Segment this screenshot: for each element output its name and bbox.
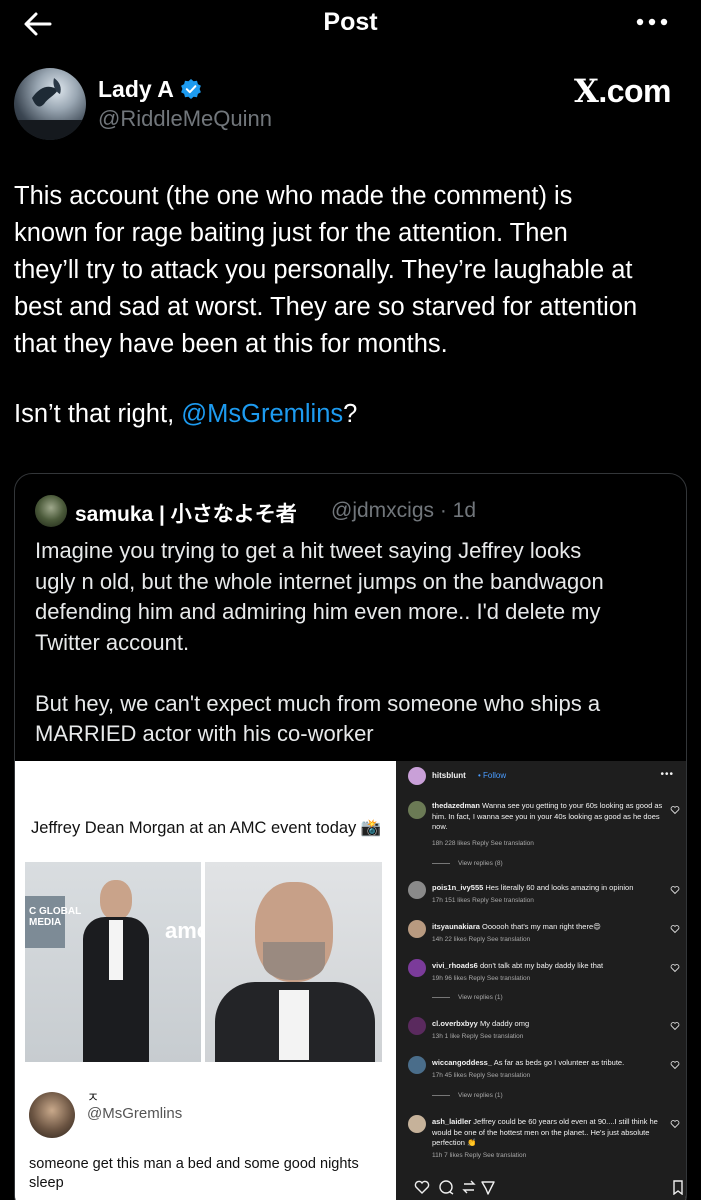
heart-icon xyxy=(670,1061,680,1070)
comment-meta: 14h 22 likes Reply See translation xyxy=(432,936,531,943)
author-name[interactable]: Lady A xyxy=(98,76,174,103)
comment-meta: 17h 151 likes Reply See translation xyxy=(432,897,534,904)
top-user-avatar xyxy=(408,767,426,785)
more-dots-icon: ••• xyxy=(660,769,674,780)
comment-meta: 19h 96 likes Reply See translation xyxy=(432,975,531,982)
watermark-suffix: .com xyxy=(598,73,671,109)
comment-avatar xyxy=(408,959,426,977)
instagram-action-bar xyxy=(414,1180,683,1195)
comment-body: As far as beds go I volunteer as tribute… xyxy=(493,1058,625,1067)
closing-prefix: Isn’t that right, xyxy=(14,400,182,428)
follow-link: • Follow xyxy=(478,771,507,780)
quote-body-text: Imagine you trying to get a hit tweet sa… xyxy=(35,538,604,746)
comment-text: pois1n_ivy555 Hes literally 60 and looks… xyxy=(432,883,670,894)
comment-body: My daddy omg xyxy=(479,1019,530,1028)
x-com-watermark: X.com xyxy=(573,72,672,110)
heart-icon xyxy=(670,886,680,895)
embedded-tweet-screenshot: Jeffrey Dean Morgan at an AMC event toda… xyxy=(15,761,391,1200)
person-shirt xyxy=(109,920,123,980)
quoted-post-card[interactable]: samuka | 小さなよそ者 @jdmxcigs · 1d Imagine y… xyxy=(14,473,687,1200)
quote-author-avatar[interactable] xyxy=(35,495,67,527)
send-icon xyxy=(481,1181,495,1195)
banner-text-amc: amc xyxy=(165,918,201,943)
mention-link[interactable]: @MsGremlins xyxy=(181,400,343,428)
post-body-text: This account (the one who made the comme… xyxy=(14,182,638,358)
heart-icon xyxy=(414,1180,430,1194)
share-icon xyxy=(462,1180,476,1194)
comment-avatar xyxy=(408,1115,426,1133)
comment-text: itsyaunakiara Oooooh that's my man right… xyxy=(432,922,670,933)
x-logo-text: X xyxy=(573,72,599,110)
comment-body: Oooooh that's my man right there😍 xyxy=(482,922,601,931)
quote-author-handle-time: @jdmxcigs · 1d xyxy=(331,499,477,522)
page-title: Post xyxy=(323,8,378,36)
author-avatar[interactable] xyxy=(14,68,86,140)
closing-suffix: ? xyxy=(343,400,358,428)
person-head xyxy=(100,880,132,920)
bookmark-icon xyxy=(673,1180,683,1195)
comment-meta: 11h 7 likes Reply See translation xyxy=(432,1152,527,1159)
view-replies: View replies (1) xyxy=(432,1092,503,1099)
comment-user: pois1n_ivy555 xyxy=(432,883,484,892)
comment-avatar xyxy=(408,801,426,819)
instagram-comments-screenshot: hitsblunt • Follow ••• thedazedman Wanna… xyxy=(396,761,686,1200)
comment-text: wiccangoddess_ As far as beds go I volun… xyxy=(432,1058,670,1069)
heart-icon xyxy=(670,1022,680,1031)
portrait-beard xyxy=(263,942,325,980)
comment-user: cl.overbxbyy xyxy=(432,1019,478,1028)
gremlins-handle: @MsGremlins xyxy=(87,1105,183,1122)
embedded-caption: Jeffrey Dean Morgan at an AMC event toda… xyxy=(31,819,382,837)
view-replies: View replies (1) xyxy=(432,994,503,1001)
comment-icon xyxy=(439,1180,454,1195)
banner-text-global: C GLOBAL MEDIA xyxy=(29,906,82,928)
comment-avatar xyxy=(408,1017,426,1035)
comment-user: ash_laidler xyxy=(432,1117,472,1126)
post-closing-line: Isn’t that right, @MsGremlins? xyxy=(14,400,357,429)
portrait-shirt xyxy=(279,990,309,1060)
quote-author-name[interactable]: samuka | 小さなよそ者 xyxy=(75,498,297,528)
gremlins-avatar xyxy=(29,1092,75,1138)
comment-user: wiccangoddess_ xyxy=(432,1058,493,1067)
view-replies: View replies (8) xyxy=(432,860,503,867)
photo-full-body: C GLOBAL MEDIA amc xyxy=(25,862,201,1062)
comment-text: thedazedman Wanna see you getting to you… xyxy=(432,801,670,833)
heart-icon xyxy=(670,806,680,815)
comment-meta: 13h 1 like Reply See translation xyxy=(432,1033,524,1040)
comment-body: don't talk abt my baby daddy like that xyxy=(479,961,604,970)
comment-text: ash_laidler Jeffrey could be 60 years ol… xyxy=(432,1117,670,1149)
comment-meta: 18h 228 likes Reply See translation xyxy=(432,840,534,847)
heart-icon xyxy=(670,964,680,973)
comment-user: vivi_rhoads6 xyxy=(432,961,478,970)
top-bar: Post xyxy=(0,0,701,48)
more-horizontal-icon[interactable] xyxy=(635,8,669,36)
gremlins-name: ㅈ xyxy=(87,1090,99,1105)
top-user-name: hitsblunt xyxy=(432,771,466,780)
heart-icon xyxy=(670,1120,680,1129)
comment-user: itsyaunakiara xyxy=(432,922,480,931)
photo-portrait xyxy=(205,862,382,1062)
author-handle[interactable]: @RiddleMeQuinn xyxy=(98,106,272,132)
quote-media-image[interactable]: Jeffrey Dean Morgan at an AMC event toda… xyxy=(15,761,686,1200)
gremlins-text: someone get this man a bed and some good… xyxy=(29,1156,359,1191)
comment-text: vivi_rhoads6 don't talk abt my baby dadd… xyxy=(432,961,670,972)
post-screen: Post Lady A @RiddleMeQuinn X.com This ac… xyxy=(0,0,701,1200)
comment-avatar xyxy=(408,1056,426,1074)
verified-badge-icon xyxy=(181,79,201,99)
comment-avatar xyxy=(408,920,426,938)
comment-text: cl.overbxbyy My daddy omg xyxy=(432,1019,670,1030)
heart-icon xyxy=(670,925,680,934)
comment-avatar xyxy=(408,881,426,899)
comment-body: Hes literally 60 and looks amazing in op… xyxy=(485,883,634,892)
comment-user: thedazedman xyxy=(432,801,480,810)
comment-meta: 17h 45 likes Reply See translation xyxy=(432,1072,531,1079)
